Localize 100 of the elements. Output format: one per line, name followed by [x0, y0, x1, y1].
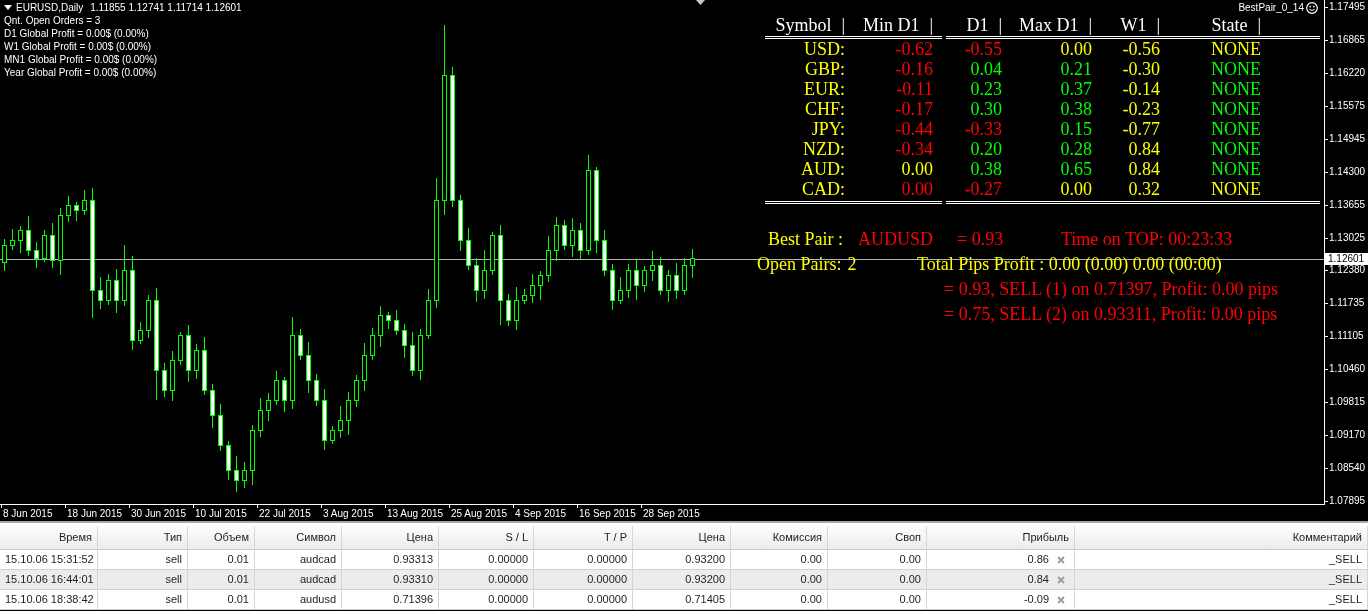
table-cell: 0.71405	[633, 590, 731, 610]
price-axis-label: 1.17495	[1329, 1, 1366, 13]
indicator-name: BestPair_0_14	[1238, 2, 1304, 14]
smiley-icon	[1306, 2, 1318, 14]
strength-value: 0.00	[900, 159, 933, 179]
column-divider: |	[1088, 15, 1092, 35]
strength-value: 0.00	[900, 179, 933, 199]
strength-value: 0.21	[1059, 59, 1092, 79]
column-header[interactable]: Своп	[828, 526, 927, 549]
chart-quotes: 1.11855 1.12741 1.11714 1.12601	[90, 1, 242, 14]
column-header[interactable]: Цена	[633, 526, 731, 549]
strength-value: 0.00	[1059, 39, 1092, 59]
table-cell: audusd	[255, 590, 342, 610]
best-pair-value: = 0.93	[957, 228, 1005, 251]
strength-value: 0.15	[1059, 119, 1092, 139]
price-axis-label: 1.14945	[1329, 133, 1366, 145]
column-header[interactable]: Тип	[98, 526, 188, 549]
date-axis-label: 30 Jun 2015	[131, 508, 187, 520]
price-axis-label: 1.15575	[1329, 100, 1366, 112]
shift-marker-icon[interactable]	[696, 0, 705, 5]
strength-value: 0.65	[1059, 159, 1092, 179]
column-header[interactable]: Время	[0, 526, 98, 549]
column-header[interactable]: Прибыль	[927, 526, 1075, 549]
column-divider: |	[929, 15, 933, 35]
close-icon[interactable]	[1057, 595, 1065, 604]
strength-value: -0.55	[963, 39, 1002, 59]
strength-value: 0.38	[969, 159, 1002, 179]
price-axis-label: 1.09170	[1329, 429, 1366, 441]
info-line: Qnt. Open Orders = 3	[4, 14, 102, 27]
open-pairs-label: Open Pairs:	[757, 253, 842, 276]
open-pairs-count: 2	[847, 253, 857, 276]
column-header[interactable]: T / P	[534, 526, 633, 549]
price-axis-label: 1.16220	[1329, 67, 1366, 79]
strength-value: -0.11	[895, 79, 933, 99]
table-cell: 15.10.06 18:38:42	[0, 590, 98, 610]
strength-value: 0.32	[1127, 179, 1160, 199]
strength-value: -0.44	[894, 119, 933, 139]
column-divider: |	[998, 15, 1002, 35]
table-cell: 0.00	[828, 590, 927, 610]
column-header[interactable]: Комментарий	[1075, 526, 1368, 549]
date-axis-label: 10 Jul 2015	[195, 508, 247, 520]
table-cell: 0.00000	[439, 590, 534, 610]
column-header: Min D1	[862, 15, 920, 35]
column-header[interactable]: Цена	[342, 526, 439, 549]
column-header[interactable]: Комиссия	[731, 526, 828, 549]
currency-label: GBP:	[803, 59, 845, 79]
table-cell: 0.71396	[342, 590, 439, 610]
currency-label: EUR:	[803, 79, 845, 99]
currency-label: CAD:	[801, 179, 845, 199]
dropdown-triangle-icon[interactable]	[4, 5, 12, 10]
price-axis-label: 1.08540	[1329, 462, 1366, 474]
date-axis-label: 13 Aug 2015	[387, 508, 444, 520]
order-row[interactable]: 15.10.06 16:44:01 sell 0.01 audcad 0.93310 0.00000 0.00000 0.93200 0.00 0.00 0.84 _SELL	[0, 570, 1368, 590]
info-line: W1 Global Profit = 0.00$ (0.00%)	[4, 40, 153, 53]
strength-value: 0.84	[1127, 159, 1160, 179]
currency-label: JPY:	[810, 119, 845, 139]
column-header[interactable]: S / L	[439, 526, 534, 549]
table-cell: sell	[98, 590, 188, 610]
column-header: Symbol	[775, 15, 832, 35]
strength-value: NONE	[1210, 159, 1261, 179]
strength-value: 0.04	[969, 59, 1002, 79]
total-pips-profit: Total Pips Profit : 0.00 (0.00) 0.00 (00:00)	[917, 253, 1223, 276]
strength-value: -0.77	[1121, 119, 1160, 139]
table-cell: 0.00000	[534, 590, 633, 610]
strength-value: 0.28	[1059, 139, 1092, 159]
close-icon[interactable]	[1057, 575, 1065, 584]
column-header: Max D1	[1018, 15, 1079, 35]
close-icon[interactable]	[1057, 555, 1065, 564]
chart-symbol: EURUSD,Daily	[16, 1, 84, 14]
price-axis-label: 1.13025	[1329, 232, 1366, 244]
open-pair-line: = 0.93, SELL (1) on 0.71397, Profit: 0.00 pips	[943, 278, 1279, 301]
price-axis-label: 1.07895	[1329, 495, 1366, 507]
table-cell: 0.00	[731, 590, 828, 610]
strength-value: -0.16	[894, 59, 933, 79]
profit-value: 0.84	[1027, 572, 1049, 587]
date-axis-label: 28 Sep 2015	[643, 508, 700, 520]
column-header: State	[1211, 15, 1248, 35]
column-header[interactable]: Объем	[188, 526, 255, 549]
currency-label: CHF:	[803, 99, 845, 119]
date-axis-label: 25 Aug 2015	[451, 508, 508, 520]
order-row[interactable]: 15.10.06 18:38:42 sell 0.01 audusd 0.71396 0.00000 0.00000 0.71405 0.00 0.00 -0.09 _SELL	[0, 590, 1368, 610]
strength-value: NONE	[1210, 59, 1261, 79]
strength-value: -0.34	[894, 139, 933, 159]
column-divider: |	[1257, 15, 1261, 35]
currency-label: USD:	[803, 39, 845, 59]
date-axis-label: 3 Aug 2015	[323, 508, 374, 520]
price-axis-label: 1.12380	[1329, 264, 1366, 276]
price-axis-label: 1.16865	[1329, 34, 1366, 46]
table-cell: _SELL	[1075, 590, 1368, 610]
strength-value: 0.84	[1127, 139, 1160, 159]
strength-value: 0.20	[969, 139, 1002, 159]
strength-value: -0.56	[1121, 39, 1160, 59]
strength-value: -0.33	[963, 119, 1002, 139]
column-header[interactable]: Символ	[255, 526, 342, 549]
best-pair-symbol: AUDUSD	[858, 228, 934, 251]
strength-value: 0.00	[1059, 179, 1092, 199]
best-pair-label: Best Pair :	[767, 228, 844, 251]
column-divider: |	[1156, 15, 1160, 35]
order-row[interactable]: 15.10.06 15:31:52 sell 0.01 audcad 0.93313 0.00000 0.00000 0.93200 0.00 0.00 0.86 _SELL	[0, 550, 1368, 570]
strength-value: -0.62	[894, 39, 933, 59]
